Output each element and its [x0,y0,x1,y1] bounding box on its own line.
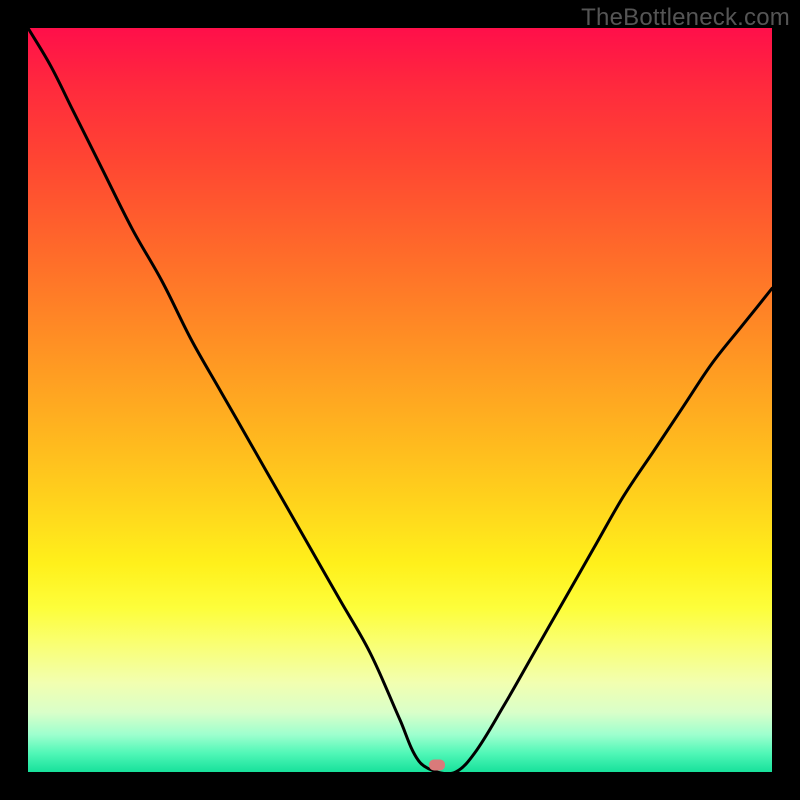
watermark-text: TheBottleneck.com [581,4,790,32]
curve-svg [28,28,772,772]
chart-frame: TheBottleneck.com [0,0,800,800]
optimal-point-marker [429,759,445,770]
bottleneck-curve-path [28,28,772,772]
plot-area [28,28,772,772]
